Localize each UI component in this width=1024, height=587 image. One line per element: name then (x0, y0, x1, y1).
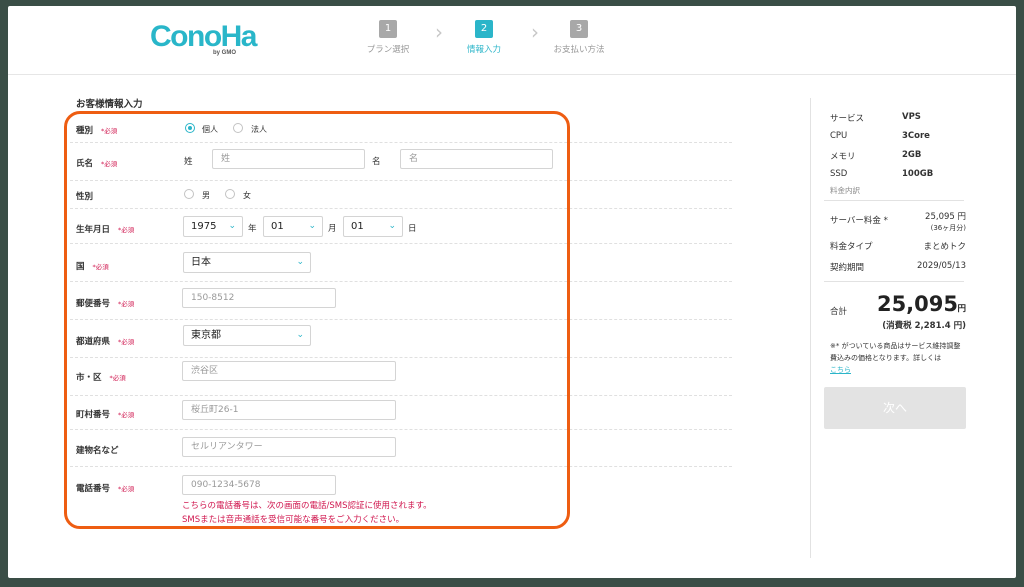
field-label: 町村番号 *必須 (76, 410, 135, 420)
chevron-down-icon: ⌄ (308, 221, 316, 231)
service-label: サービス (830, 114, 865, 124)
fee-type-label: 料金タイプ (830, 242, 873, 252)
step-number: 3 (570, 20, 588, 38)
form-row-gender: 性別 男 女 (70, 181, 732, 209)
radio-label: 女 (243, 191, 251, 200)
field-label: 国 *必須 (76, 262, 109, 272)
first-name-input[interactable]: 名 (400, 149, 553, 169)
total-label: 合計 (830, 307, 848, 317)
cpu-label: CPU (830, 131, 848, 141)
radio-label: 法人 (251, 125, 267, 134)
radio-male[interactable] (184, 189, 194, 199)
radio-female[interactable] (225, 189, 235, 199)
building-input[interactable]: セルリアンタワー (182, 437, 396, 457)
next-button[interactable]: 次へ (824, 387, 966, 429)
city-input[interactable]: 渋谷区 (182, 361, 396, 381)
divider (824, 200, 964, 201)
logo-text: ConoHa (150, 20, 258, 53)
birth-year-select[interactable]: 1975 ⌄ (183, 216, 243, 237)
chevron-down-icon: ⌄ (296, 257, 304, 267)
step-label: プラン選択 (366, 45, 410, 55)
form-row-postal: 郵便番号 *必須 150-8512 (70, 282, 732, 320)
breakdown-label: 料金内訳 (830, 186, 860, 195)
field-label: 氏名 *必須 (76, 159, 118, 169)
memory-value: 2GB (902, 150, 922, 160)
field-label: 種別 *必須 (76, 126, 118, 136)
phone-input[interactable]: 090-1234-5678 (182, 475, 336, 495)
form-row-prefecture: 都道府県 *必須 東京都 ⌄ (70, 320, 732, 358)
step-label: お支払い方法 (553, 45, 605, 55)
field-label: 郵便番号 *必須 (76, 299, 135, 309)
last-name-input[interactable]: 姓 (212, 149, 365, 169)
country-select[interactable]: 日本 ⌄ (183, 252, 311, 273)
server-fee-sub: (36ヶ月分) (930, 224, 966, 232)
prefecture-select[interactable]: 東京都 ⌄ (183, 325, 311, 346)
form-row-building: 建物名など セルリアンタワー (70, 430, 732, 467)
last-name-label: 姓 (184, 157, 193, 167)
phone-note: こちらの電話番号は、次の画面の電話/SMS認証に使用されます。 (182, 501, 432, 511)
chevron-down-icon: ⌄ (388, 221, 396, 231)
form-row-street: 町村番号 *必須 桜丘町26-1 (70, 396, 732, 430)
radio-individual[interactable] (185, 123, 195, 133)
street-input[interactable]: 桜丘町26-1 (182, 400, 396, 420)
postal-code-input[interactable]: 150-8512 (182, 288, 336, 308)
step-plan: 1 プラン選択 (348, 20, 428, 55)
radio-corporation[interactable] (233, 123, 243, 133)
price-footnote: ※* がついている商品はサービス維持調整費込みの価格となります。詳しくは こちら (830, 342, 961, 374)
fee-type-value: まとめトク (923, 242, 966, 252)
form-row-birthdate: 生年月日 *必須 1975 ⌄ 年 01 ⌄ 月 01 ⌄ 日 (70, 209, 732, 244)
birth-month-select[interactable]: 01 ⌄ (263, 216, 323, 237)
radio-label: 個人 (202, 125, 218, 134)
birth-day-select[interactable]: 01 ⌄ (343, 216, 403, 237)
server-fee-label: サーバー料金 * (830, 216, 888, 226)
browser-frame: ConoHa by GMO 1 プラン選択 › 2 情報入力 › 3 お支払い方… (8, 6, 1016, 578)
memory-label: メモリ (830, 152, 856, 162)
cpu-value: 3Core (902, 131, 930, 141)
details-link[interactable]: こちら (830, 366, 851, 374)
step-info: 2 情報入力 (444, 20, 524, 55)
field-label: 生年月日 *必須 (76, 225, 135, 235)
field-label: 市・区 *必須 (76, 373, 126, 383)
day-unit: 日 (408, 224, 417, 234)
step-number: 2 (475, 20, 493, 38)
tax-amount: (消費税 2,281.4 円) (882, 321, 966, 331)
step-number: 1 (379, 20, 397, 38)
step-payment: 3 お支払い方法 (539, 20, 619, 55)
field-label: 都道府県 *必須 (76, 337, 135, 347)
total-unit: 円 (957, 304, 966, 314)
server-fee-value: 25,095 円 (925, 212, 966, 222)
field-label: 電話番号 *必須 (76, 484, 135, 494)
field-label: 性別 (76, 192, 94, 202)
header: ConoHa by GMO 1 プラン選択 › 2 情報入力 › 3 お支払い方… (8, 6, 1016, 75)
section-title: お客様情報入力 (76, 99, 143, 110)
divider (824, 281, 964, 282)
sidebar-divider (810, 98, 811, 558)
conoha-logo[interactable]: ConoHa by GMO (150, 20, 258, 60)
chevron-down-icon: ⌄ (296, 330, 304, 340)
chevron-right-icon: › (435, 20, 443, 44)
field-label: 建物名など (76, 446, 119, 456)
first-name-label: 名 (372, 157, 381, 167)
phone-note: SMSまたは音声通話を受信可能な番号をご入力ください。 (182, 515, 405, 525)
chevron-down-icon: ⌄ (228, 221, 236, 231)
step-label: 情報入力 (466, 45, 501, 55)
year-unit: 年 (248, 224, 257, 234)
service-value: VPS (902, 112, 921, 122)
chevron-right-icon: › (531, 20, 539, 44)
ssd-value: 100GB (902, 169, 934, 179)
total-price: 25,095 (876, 292, 958, 316)
period-label: 契約期間 (830, 263, 865, 273)
month-unit: 月 (328, 224, 337, 234)
form-row-type: 種別 *必須 個人 法人 (70, 116, 732, 143)
form-row-city: 市・区 *必須 渋谷区 (70, 358, 732, 396)
form-row-country: 国 *必須 日本 ⌄ (70, 244, 732, 282)
period-value: 2029/05/13 (917, 261, 966, 271)
form-row-name: 氏名 *必須 姓 姓 名 名 (70, 143, 732, 181)
ssd-label: SSD (830, 169, 848, 179)
radio-label: 男 (202, 191, 210, 200)
logo-sub: by GMO (212, 50, 236, 56)
